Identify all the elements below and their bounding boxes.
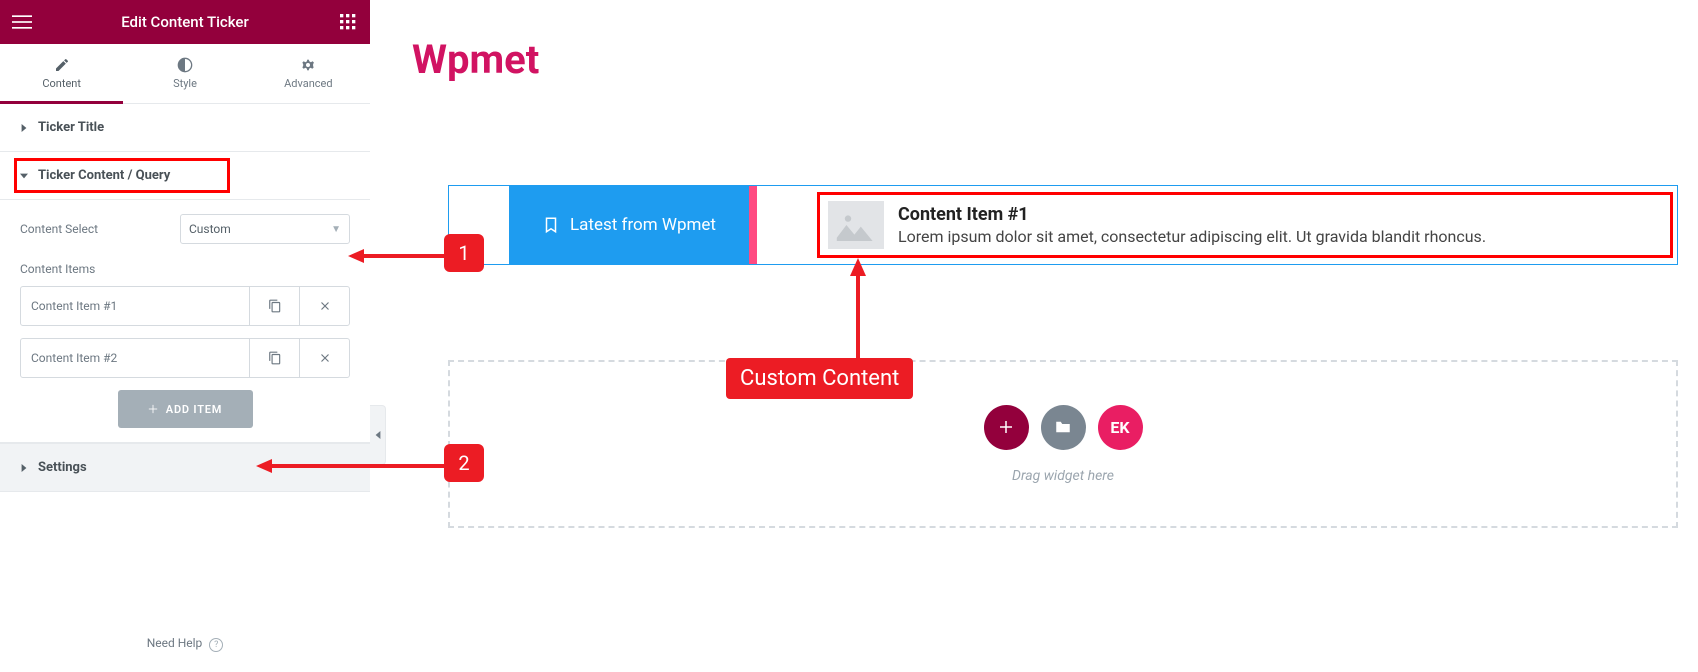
controls-panel: Ticker Title Ticker Content / Query Cont… <box>0 104 370 616</box>
content-item-row: Content Item #2 <box>20 338 350 378</box>
copy-icon <box>268 351 282 365</box>
ticker-widget[interactable]: Latest from Wpmet Content Item #1 Lorem … <box>448 185 1678 265</box>
image-icon <box>836 209 876 241</box>
content-item-row: Content Item #1 <box>20 286 350 326</box>
ticker-item-description: Lorem ipsum dolor sit amet, consectetur … <box>898 227 1486 246</box>
content-item-1[interactable]: Content Item #1 <box>21 287 249 325</box>
page-title: Wpmet <box>412 36 1698 83</box>
annotation-custom-content: Custom Content <box>726 358 913 399</box>
duplicate-item-button[interactable] <box>249 287 299 325</box>
add-section-button[interactable] <box>984 405 1029 450</box>
pencil-icon <box>54 57 70 73</box>
ticker-item-title: Content Item #1 <box>898 204 1486 225</box>
sidebar-title: Edit Content Ticker <box>121 13 249 31</box>
tab-style[interactable]: Style <box>123 44 246 103</box>
editor-sidebar: Edit Content Ticker Content Style Advanc… <box>0 0 370 672</box>
annotation-arrow-1 <box>348 246 446 266</box>
dropzone-actions: EK <box>984 405 1143 450</box>
add-item-button[interactable]: ADD ITEM <box>118 390 253 428</box>
ticker-text: Content Item #1 Lorem ipsum dolor sit am… <box>898 204 1486 246</box>
dropzone-hint: Drag widget here <box>1012 468 1114 484</box>
ticker-accent <box>749 186 757 264</box>
close-icon <box>318 299 332 313</box>
annotation-number-2: 2 <box>444 444 484 482</box>
widget-dropzone[interactable]: EK Drag widget here <box>448 360 1678 528</box>
menu-icon[interactable] <box>10 10 34 34</box>
editor-tabs: Content Style Advanced <box>0 44 370 104</box>
content-item-2[interactable]: Content Item #2 <box>21 339 249 377</box>
template-library-button[interactable] <box>1041 405 1086 450</box>
ticker-content-item: Content Item #1 Lorem ipsum dolor sit am… <box>817 192 1673 258</box>
need-help-link[interactable]: Need Help ? <box>0 616 370 672</box>
caret-down-icon <box>20 172 28 180</box>
content-items-label: Content Items <box>20 262 350 276</box>
duplicate-item-button[interactable] <box>249 339 299 377</box>
contrast-icon <box>177 57 193 73</box>
gear-icon <box>300 57 316 73</box>
sidebar-header: Edit Content Ticker <box>0 0 370 44</box>
remove-item-button[interactable] <box>299 287 349 325</box>
close-icon <box>318 351 332 365</box>
content-select-dropdown[interactable]: Custom ▼ <box>180 214 350 244</box>
ticker-label: Latest from Wpmet <box>509 186 749 264</box>
annotation-number-1: 1 <box>444 234 484 272</box>
help-icon: ? <box>209 638 223 652</box>
tab-advanced[interactable]: Advanced <box>247 44 370 103</box>
tab-content[interactable]: Content <box>0 44 123 103</box>
bookmark-icon <box>542 216 560 234</box>
plus-icon <box>997 418 1015 436</box>
section-ticker-title[interactable]: Ticker Title <box>0 104 370 152</box>
content-select-row: Content Select Custom ▼ <box>20 214 350 244</box>
section-ticker-content[interactable]: Ticker Content / Query <box>0 152 370 200</box>
preview-area: Wpmet Latest from Wpmet Content Item #1 … <box>386 0 1698 672</box>
caret-right-icon <box>20 124 28 132</box>
content-select-label: Content Select <box>20 222 180 236</box>
caret-right-icon <box>20 464 28 472</box>
chevron-left-icon <box>374 430 382 440</box>
annotation-arrow-content <box>838 258 878 362</box>
apps-icon[interactable] <box>336 10 360 34</box>
image-placeholder <box>828 201 884 249</box>
chevron-down-icon: ▼ <box>331 224 341 235</box>
section-body-ticker-content: Content Select Custom ▼ Content Items Co… <box>0 200 370 443</box>
remove-item-button[interactable] <box>299 339 349 377</box>
folder-icon <box>1054 418 1072 436</box>
plus-icon <box>148 404 158 414</box>
elementskit-button[interactable]: EK <box>1098 405 1143 450</box>
annotation-arrow-2 <box>256 456 446 476</box>
copy-icon <box>268 299 282 313</box>
